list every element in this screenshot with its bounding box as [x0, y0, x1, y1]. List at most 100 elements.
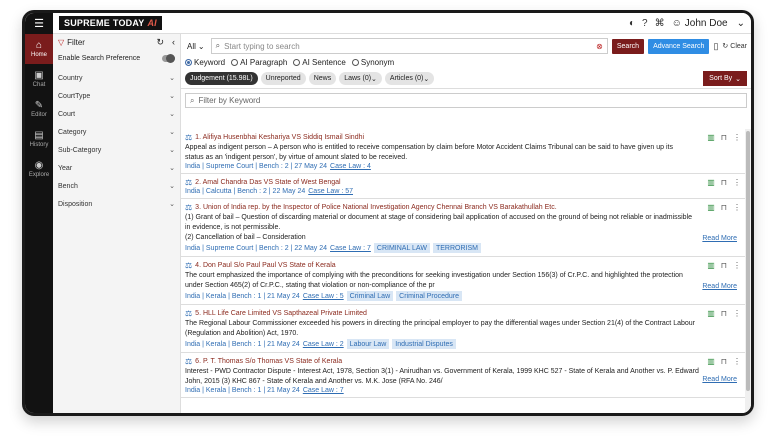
summary-chart-icon[interactable]: ▥ [707, 203, 715, 212]
summary-chart-icon[interactable]: ▥ [707, 178, 715, 187]
more-options-icon[interactable]: ⋮ [733, 203, 741, 212]
app-window: ☰ SUPREME TODAY AI ◐ ? ⌘ ☺ John Doe ⌄ ⌂ H… [22, 10, 754, 416]
more-options-icon[interactable]: ⋮ [733, 357, 741, 366]
read-more-link[interactable]: Read More [702, 235, 737, 242]
result-title[interactable]: ⚖ 4. Don Paul S/o Paul Paul VS State of K… [185, 261, 737, 270]
result-title[interactable]: ⚖ 5. HLL Life Care Limited VS Sapthazeal … [185, 309, 737, 318]
case-law-link[interactable]: Case Law : 7 [303, 387, 344, 394]
mode-synonym[interactable]: Synonym [351, 58, 394, 67]
brand-logo[interactable]: SUPREME TODAY AI [59, 16, 162, 30]
read-more-link[interactable]: Read More [702, 376, 737, 383]
user-menu[interactable]: ☺ John Doe ⌄ [672, 18, 745, 29]
subject-tag[interactable]: Labour Law [346, 339, 390, 349]
case-law-link[interactable]: Case Law : 4 [330, 163, 371, 170]
tab-3[interactable]: Laws (0) ⌄ [339, 72, 382, 85]
tab-0[interactable]: Judgement (15.98L) [185, 72, 258, 85]
filter-title: Filter [67, 37, 85, 47]
filter-label: Category [58, 128, 87, 136]
result-item[interactable]: ⚖ 5. HLL Life Care Limited VS Sapthazeal … [181, 305, 745, 353]
result-title[interactable]: ⚖ 3. Union of India rep. by the Inspector… [185, 203, 737, 212]
keyword-filter-input[interactable]: ⌕ Filter by Keyword [185, 93, 747, 108]
mode-keyword[interactable]: Keyword [185, 58, 225, 67]
nav-item-editor[interactable]: ✎ Editor [25, 94, 53, 124]
chevron-down-icon: ⌄ [169, 75, 175, 82]
gavel-icon: ⚖ [185, 133, 193, 142]
reset-filters-icon[interactable]: ↻ [156, 37, 164, 48]
scrollbar-thumb[interactable] [746, 131, 750, 391]
subject-tag[interactable]: CRIMINAL LAW [373, 243, 430, 253]
search-preference-toggle[interactable] [162, 53, 175, 63]
tab-4[interactable]: Articles (0) ⌄ [384, 72, 435, 85]
read-more-link[interactable]: Read More [702, 283, 737, 290]
scope-select[interactable]: All ⌄ [185, 42, 207, 51]
filter-sub-category[interactable]: Sub-Category ⌄ [53, 141, 180, 159]
summary-chart-icon[interactable]: ▥ [707, 309, 715, 318]
result-item[interactable]: ⚖ 1. Alifiya Husenbhai Keshariya VS Siddi… [181, 129, 745, 174]
chevron-down-icon: ⌄ [169, 111, 175, 118]
theme-toggle-icon[interactable]: ◐ [629, 18, 635, 29]
summary-chart-icon[interactable]: ▥ [707, 261, 715, 270]
tab-1[interactable]: Unreported [260, 72, 306, 85]
result-item[interactable]: ⚖ 3. Union of India rep. by the Inspector… [181, 199, 745, 257]
chevron-down-icon: ⌄ [197, 41, 205, 51]
bookmark-icon[interactable]: ⊓ [721, 309, 727, 318]
result-title[interactable]: ⚖ 1. Alifiya Husenbhai Keshariya VS Siddi… [185, 133, 737, 142]
tab-label: News [313, 75, 332, 82]
result-title-text: 2. Amal Chandra Das VS State of West Ben… [195, 179, 341, 186]
more-options-icon[interactable]: ⋮ [733, 309, 741, 318]
subject-tag[interactable]: Criminal Law [346, 291, 394, 301]
result-meta: India | Kerala | Bench : 1 | 21 May 24 Ca… [185, 387, 737, 394]
filter-court[interactable]: Court ⌄ [53, 105, 180, 123]
summary-chart-icon[interactable]: ▥ [707, 133, 715, 142]
collapse-panel-icon[interactable]: ‹ [172, 37, 175, 48]
filter-year[interactable]: Year ⌄ [53, 159, 180, 177]
book-icon[interactable]: ▯ [713, 41, 718, 52]
result-item[interactable]: ⚖ 6. P. T. Thomas S/o Thomas VS State of … [181, 353, 745, 398]
nav-item-home[interactable]: ⌂ Home [25, 34, 53, 64]
search-button[interactable]: Search [611, 38, 645, 54]
filter-category[interactable]: Category ⌄ [53, 123, 180, 141]
search-input[interactable]: ⌕ Start typing to search ⊗ [210, 38, 608, 54]
case-law-link[interactable]: Case Law : 7 [330, 245, 371, 252]
result-title[interactable]: ⚖ 2. Amal Chandra Das VS State of West Be… [185, 178, 737, 187]
filter-country[interactable]: Country ⌄ [53, 69, 180, 87]
bookmark-icon[interactable]: ⊓ [721, 203, 727, 212]
sort-by-button[interactable]: Sort By ⌄ [703, 71, 747, 86]
help-icon[interactable]: ? [642, 18, 648, 29]
clear-input-icon[interactable]: ⊗ [596, 42, 603, 51]
more-options-icon[interactable]: ⋮ [733, 178, 741, 187]
language-icon[interactable]: ⌘ [655, 18, 665, 29]
nav-item-history[interactable]: ▤ History [25, 124, 53, 154]
filter-bench[interactable]: Bench ⌄ [53, 177, 180, 195]
summary-chart-icon[interactable]: ▥ [707, 357, 715, 366]
clear-button[interactable]: ↻ Clear [722, 42, 747, 51]
mode-ai-sentence[interactable]: AI Sentence [293, 58, 346, 67]
bookmark-icon[interactable]: ⊓ [721, 133, 727, 142]
bookmark-icon[interactable]: ⊓ [721, 178, 727, 187]
tab-2[interactable]: News [308, 72, 337, 85]
nav-item-explore[interactable]: ◉ Explore [25, 154, 53, 184]
more-options-icon[interactable]: ⋮ [733, 261, 741, 270]
chevron-down-icon: ⌄ [423, 75, 430, 83]
more-options-icon[interactable]: ⋮ [733, 133, 741, 142]
bookmark-icon[interactable]: ⊓ [721, 261, 727, 270]
mode-ai-paragraph[interactable]: AI Paragraph [231, 58, 287, 67]
case-law-link[interactable]: Case Law : 2 [303, 341, 344, 348]
subject-tag[interactable]: Criminal Procedure [396, 291, 463, 301]
bookmark-icon[interactable]: ⊓ [721, 357, 727, 366]
hamburger-menu-icon[interactable]: ☰ [25, 13, 53, 34]
subject-tag[interactable]: TERRORISM [432, 243, 481, 253]
case-law-link[interactable]: Case Law : 5 [303, 293, 344, 300]
result-summary-line: The Regional Labour Commissioner exceede… [185, 320, 695, 327]
filter-disposition[interactable]: Disposition ⌄ [53, 195, 180, 213]
result-item[interactable]: ⚖ 2. Amal Chandra Das VS State of West Be… [181, 174, 745, 199]
filter-courttype[interactable]: CourtType ⌄ [53, 87, 180, 105]
advanced-search-button[interactable]: Advance Search [648, 38, 710, 54]
nav-item-chat[interactable]: ▣ Chat [25, 64, 53, 94]
subject-tag[interactable]: Industrial Disputes [392, 339, 456, 349]
result-meta-text: India | Kerala | Bench : 1 | 21 May 24 [185, 387, 300, 394]
result-item[interactable]: ⚖ 4. Don Paul S/o Paul Paul VS State of K… [181, 257, 745, 305]
result-title[interactable]: ⚖ 6. P. T. Thomas S/o Thomas VS State of … [185, 357, 737, 366]
case-law-link[interactable]: Case Law : 57 [308, 188, 353, 195]
radio-icon [231, 58, 239, 66]
